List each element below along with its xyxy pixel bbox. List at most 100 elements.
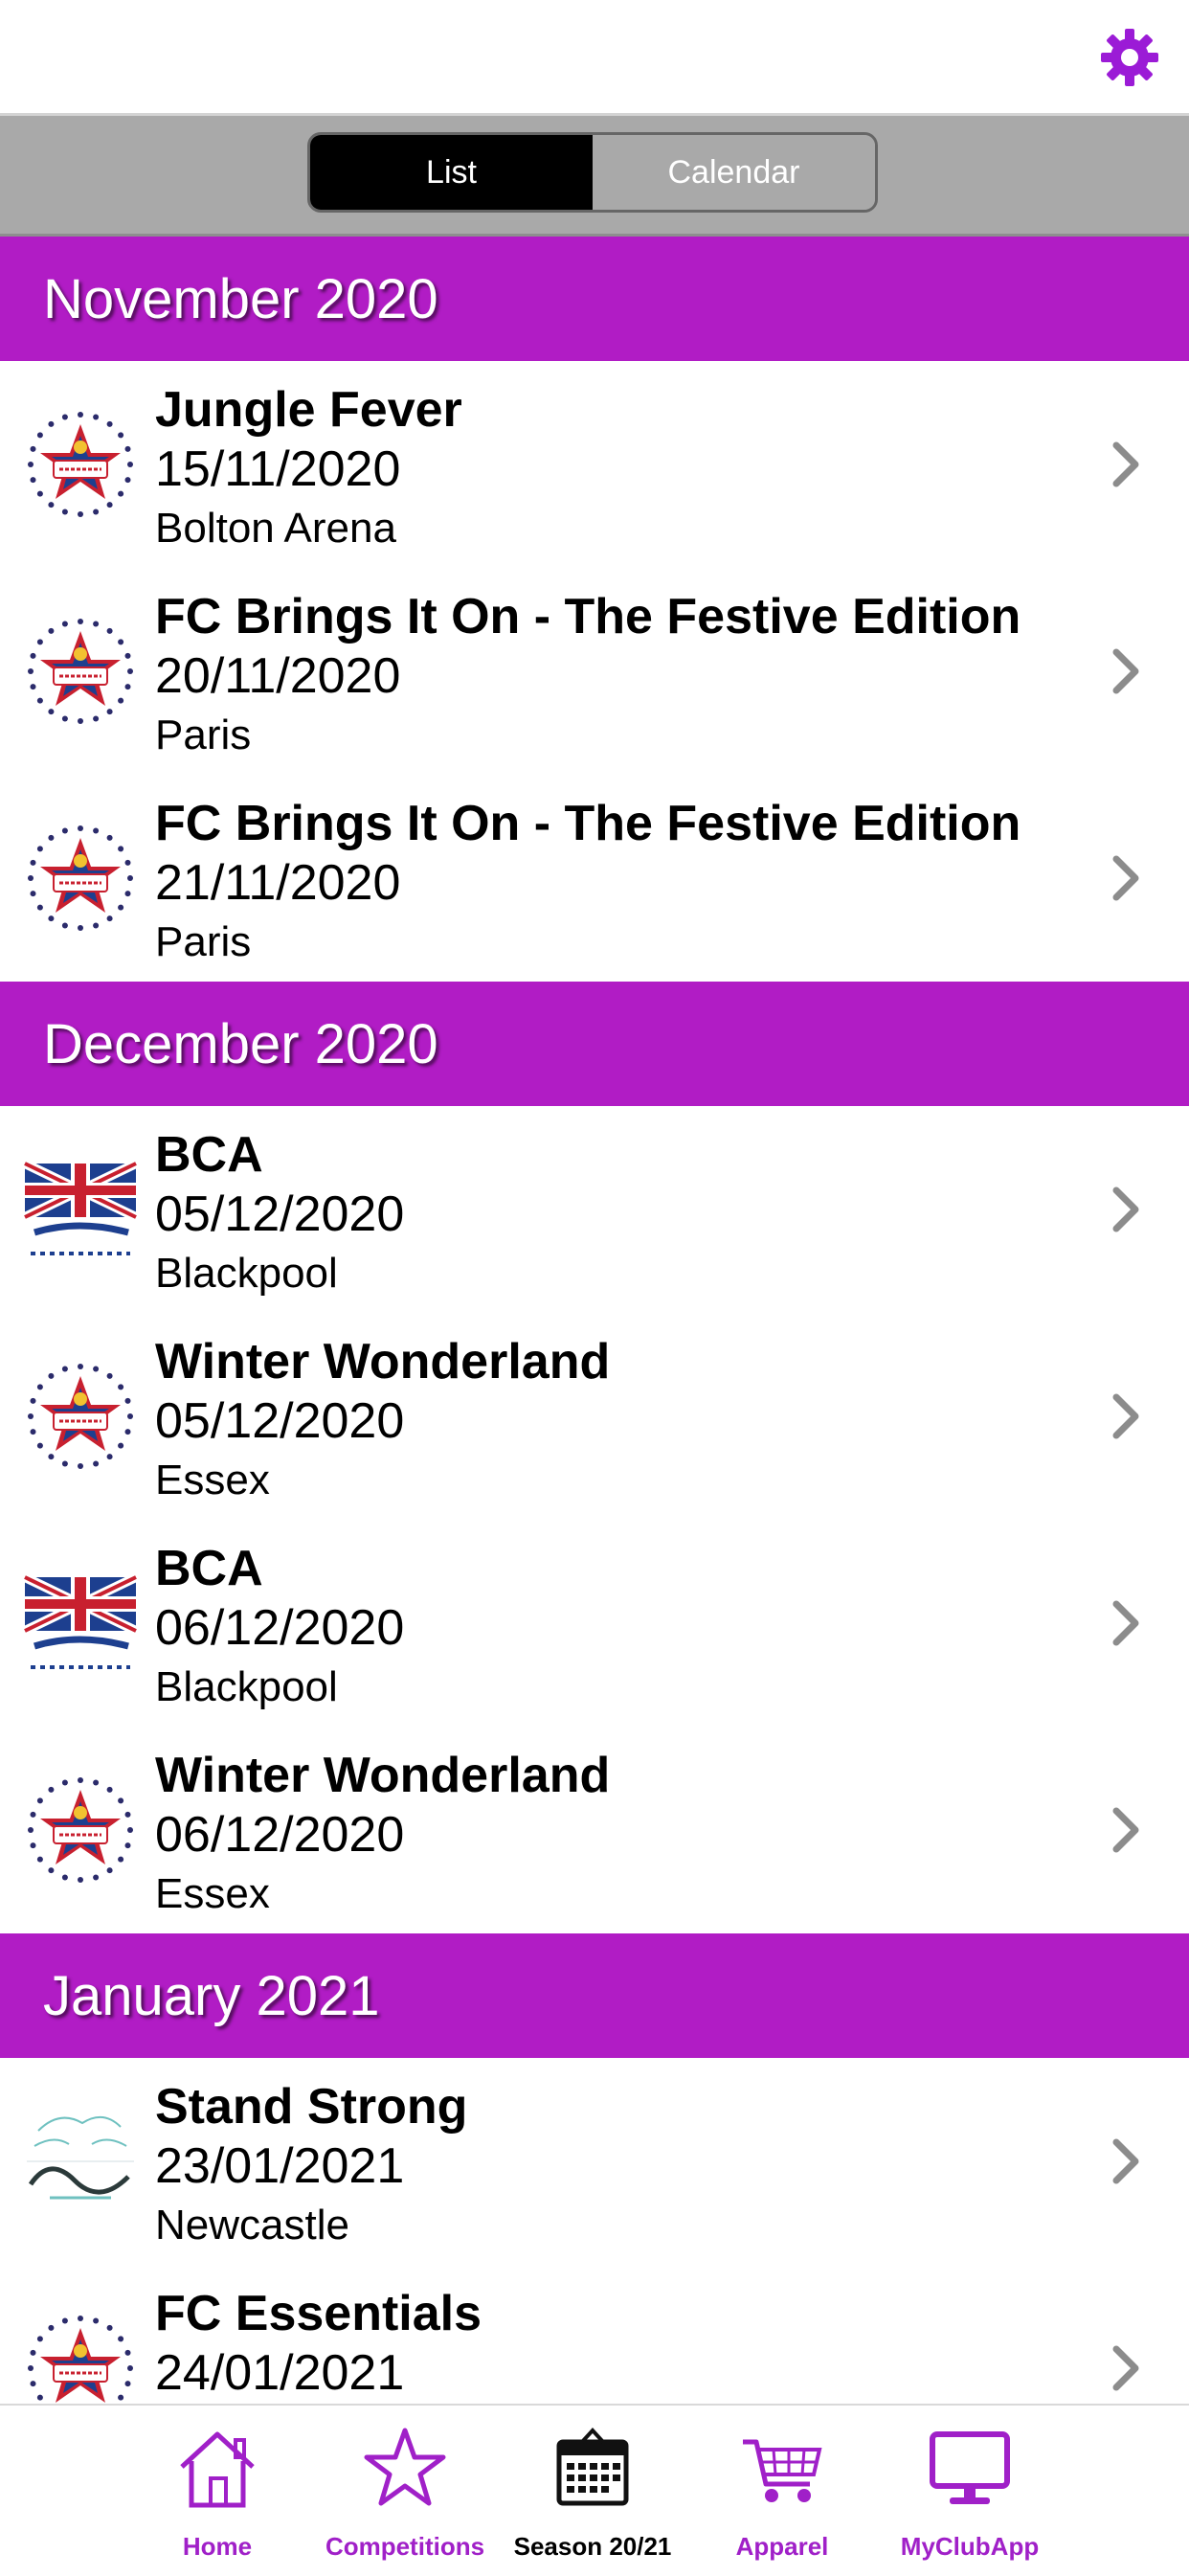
bca-logo-icon [22, 1159, 139, 1255]
future-cheer-logo-icon [28, 2316, 133, 2403]
event-venue: Blackpool [155, 1250, 338, 1297]
future-cheer-logo-icon [28, 412, 133, 517]
event-logo [21, 2309, 140, 2404]
event-date: 24/01/2021 [155, 2345, 405, 2401]
event-name: Stand Strong [155, 2079, 468, 2135]
month-header: December 2020 [0, 982, 1189, 1106]
event-date: 21/11/2020 [155, 855, 401, 911]
bottom-tab-bar: Home Competitions Season 20/21 Apparel M… [0, 2404, 1189, 2576]
event-details: FC Brings It On - The Festive Edition 20/… [155, 587, 1074, 765]
tab-label: Competitions [325, 2532, 485, 2561]
chevron-right-icon [1112, 1807, 1139, 1853]
event-date: 23/01/2021 [155, 2138, 405, 2194]
event-row[interactable]: Jungle Fever 15/11/2020 Bolton Arena [0, 361, 1189, 568]
event-date: 15/11/2020 [155, 441, 401, 497]
event-row[interactable]: Winter Wonderland 05/12/2020 Essex [0, 1313, 1189, 1520]
month-title: January 2021 [43, 1964, 380, 2027]
segment-list[interactable]: List [310, 135, 593, 210]
event-name: FC Brings It On - The Festive Edition [155, 796, 1021, 851]
legacy-logo-icon [27, 2116, 134, 2200]
top-navigation-bar [0, 0, 1189, 116]
tab-myclubapp[interactable]: MyClubApp [874, 2406, 1066, 2576]
event-logo [21, 1771, 140, 1889]
cart-icon [743, 2439, 822, 2502]
event-name: Jungle Fever [155, 382, 462, 438]
tab-label: Apparel [735, 2532, 829, 2561]
event-name: BCA [155, 1127, 263, 1183]
monitor-icon [930, 2431, 1010, 2504]
chevron-right-icon [1112, 2138, 1139, 2184]
tab-label: Home [182, 2532, 253, 2561]
bca-logo-icon [22, 1572, 139, 1669]
event-logo [21, 1564, 140, 1683]
event-details: Jungle Fever 15/11/2020 Bolton Arena [155, 380, 1074, 558]
event-details: Stand Strong 23/01/2021 Newcastle [155, 2077, 1074, 2255]
month-title: December 2020 [43, 1012, 438, 1075]
tab-apparel[interactable]: Apparel [686, 2406, 878, 2576]
calendar-icon [556, 2428, 629, 2506]
event-row[interactable]: BCA 05/12/2020 Blackpool [0, 1106, 1189, 1313]
chevron-right-icon [1112, 441, 1139, 487]
event-logo [21, 1150, 140, 1269]
future-cheer-logo-icon [28, 825, 133, 931]
home-icon [180, 2431, 255, 2508]
event-row[interactable]: Winter Wonderland 06/12/2020 Essex [0, 1727, 1189, 1933]
event-date: 06/12/2020 [155, 1807, 405, 1863]
tab-label: MyClubApp [900, 2532, 1040, 2561]
event-logo [21, 819, 140, 938]
future-cheer-logo-icon [28, 1364, 133, 1469]
event-name: Winter Wonderland [155, 1748, 611, 1803]
month-header: January 2021 [0, 1933, 1189, 2058]
view-toggle-bar: List Calendar [0, 116, 1189, 237]
event-name: FC Essentials [155, 2286, 482, 2341]
chevron-right-icon [1112, 855, 1139, 901]
event-venue: Newcastle [155, 2202, 349, 2248]
event-venue: Essex [155, 1457, 270, 1503]
event-details: FC Essentials 24/01/2021 [155, 2284, 1074, 2403]
event-details: BCA 05/12/2020 Blackpool [155, 1125, 1074, 1303]
tab-home[interactable]: Home [122, 2406, 313, 2576]
event-name: Winter Wonderland [155, 1334, 611, 1390]
future-cheer-logo-icon [28, 1777, 133, 1883]
view-segmented-control: List Calendar [307, 132, 878, 213]
event-row[interactable]: BCA 06/12/2020 Blackpool [0, 1520, 1189, 1727]
tab-season[interactable]: Season 20/21 [497, 2406, 688, 2576]
event-list[interactable]: November 2020 Jungle Fever 15/11/2020 Bolto… [0, 237, 1189, 2404]
event-details: BCA 06/12/2020 Blackpool [155, 1539, 1074, 1717]
tab-competitions[interactable]: Competitions [309, 2406, 501, 2576]
month-header: November 2020 [0, 237, 1189, 361]
event-name: FC Brings It On - The Festive Edition [155, 589, 1021, 644]
event-logo [21, 1357, 140, 1476]
event-venue: Paris [155, 918, 252, 965]
chevron-right-icon [1112, 648, 1139, 694]
event-row[interactable]: FC Brings It On - The Festive Edition 20/… [0, 568, 1189, 775]
future-cheer-logo-icon [28, 619, 133, 724]
event-date: 05/12/2020 [155, 1393, 405, 1449]
event-date: 06/12/2020 [155, 1600, 405, 1656]
chevron-right-icon [1112, 1600, 1139, 1646]
event-row[interactable]: FC Essentials 24/01/2021 [0, 2265, 1189, 2404]
event-venue: Essex [155, 1870, 270, 1917]
event-venue: Blackpool [155, 1663, 338, 1710]
event-logo [21, 2102, 140, 2221]
event-date: 20/11/2020 [155, 648, 401, 704]
event-logo [21, 612, 140, 731]
event-date: 05/12/2020 [155, 1186, 405, 1242]
event-details: Winter Wonderland 05/12/2020 Essex [155, 1332, 1074, 1510]
chevron-right-icon [1112, 1186, 1139, 1232]
segment-calendar[interactable]: Calendar [593, 135, 875, 210]
tab-label: Season 20/21 [513, 2532, 672, 2561]
event-row[interactable]: Stand Strong 23/01/2021 Newcastle [0, 2058, 1189, 2265]
chevron-right-icon [1112, 1393, 1139, 1439]
month-title: November 2020 [43, 267, 438, 330]
event-row[interactable]: FC Brings It On - The Festive Edition 21/… [0, 775, 1189, 982]
event-name: BCA [155, 1541, 263, 1596]
event-details: FC Brings It On - The Festive Edition 21/… [155, 794, 1074, 972]
event-venue: Bolton Arena [155, 505, 396, 552]
star-icon [364, 2428, 446, 2506]
event-details: Winter Wonderland 06/12/2020 Essex [155, 1746, 1074, 1924]
event-venue: Paris [155, 712, 252, 758]
event-logo [21, 405, 140, 524]
gear-icon[interactable] [1099, 27, 1160, 88]
chevron-right-icon [1112, 2345, 1139, 2391]
